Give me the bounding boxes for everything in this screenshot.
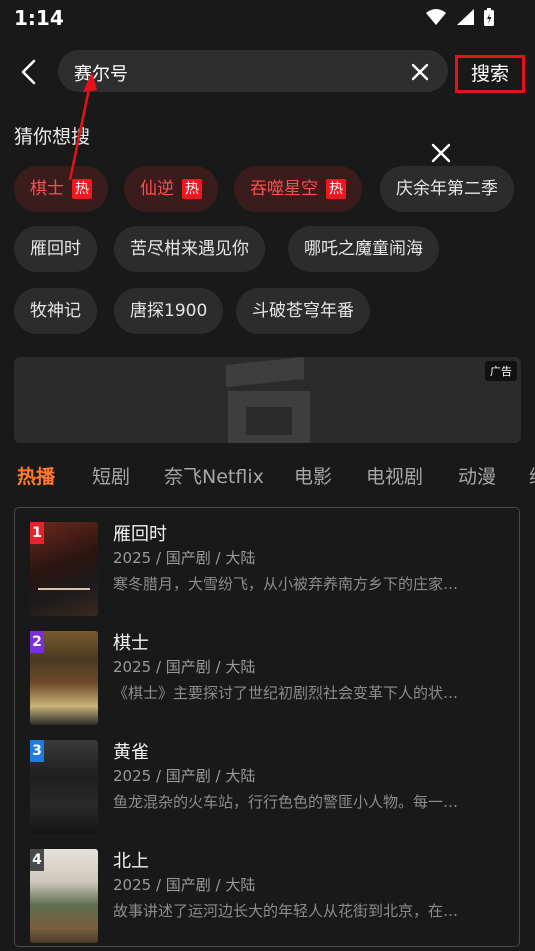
wifi-icon (426, 9, 446, 25)
item-title[interactable]: 黄雀 (113, 738, 149, 764)
list-item[interactable]: 2 (30, 631, 98, 725)
list-item[interactable]: 3 (30, 740, 98, 834)
item-title[interactable]: 北上 (113, 847, 149, 873)
status-icons (425, 7, 495, 27)
suggest-chip-8[interactable]: 唐探1900 (114, 288, 224, 334)
chip-label: 棋士 (30, 179, 64, 199)
rank-badge: 3 (30, 740, 44, 762)
ad-banner[interactable]: 广告 (14, 357, 521, 443)
chip-label: 吞噬星空 (250, 179, 318, 199)
rank-badge: 2 (30, 631, 44, 653)
suggest-title: 猜你想搜 (14, 126, 91, 148)
item-meta: 2025 / 国产剧 / 大陆 (113, 549, 256, 567)
suggest-chip-9[interactable]: 斗破苍穹年番 (236, 288, 370, 334)
chip-label: 斗破苍穹年番 (252, 301, 354, 321)
item-desc: 《棋士》主要探讨了世纪初剧烈社会变革下人的状… (113, 684, 459, 702)
chip-label: 雁回时 (30, 239, 81, 259)
tab-hot[interactable]: 热播 (17, 462, 55, 489)
item-title[interactable]: 雁回时 (113, 520, 167, 546)
item-title[interactable]: 棋士 (113, 629, 149, 655)
chip-label: 仙逆 (140, 179, 174, 199)
suggest-chip-1[interactable]: 仙逆 热 (124, 166, 218, 212)
search-query-text[interactable]: 赛尔号 (74, 60, 128, 86)
close-icon[interactable] (430, 142, 452, 164)
item-desc: 故事讲述了运河边长大的年轻人从花街到北京，在… (113, 902, 459, 920)
chip-label: 庆余年第二季 (396, 179, 498, 199)
suggest-chip-3[interactable]: 庆余年第二季 (380, 166, 514, 212)
suggest-chip-0[interactable]: 棋士 热 (14, 166, 108, 212)
tab-anime[interactable]: 动漫 (458, 462, 496, 489)
item-desc: 鱼龙混杂的火车站，行行色色的警匪小人物。每一… (113, 793, 459, 811)
tab-netflix[interactable]: 奈飞Netflix (164, 462, 264, 489)
item-meta: 2025 / 国产剧 / 大陆 (113, 658, 256, 676)
list-item[interactable]: 1 (30, 522, 98, 616)
list-item[interactable]: 4 (30, 849, 98, 943)
hot-badge: 热 (72, 179, 92, 199)
hot-badge: 热 (326, 179, 346, 199)
suggest-chip-4[interactable]: 雁回时 (14, 226, 97, 272)
chip-label: 苦尽柑来遇见你 (130, 239, 249, 259)
ad-logo-icon (226, 357, 310, 443)
suggest-chip-7[interactable]: 牧神记 (14, 288, 97, 334)
suggest-chip-5[interactable]: 苦尽柑来遇见你 (114, 226, 265, 272)
clear-search-icon[interactable] (408, 60, 432, 84)
search-button[interactable]: 搜索 (455, 55, 525, 93)
chip-label: 哪吒之魔童闹海 (304, 239, 423, 259)
item-meta: 2025 / 国产剧 / 大陆 (113, 876, 256, 894)
item-meta: 2025 / 国产剧 / 大陆 (113, 767, 256, 785)
tab-short-drama[interactable]: 短剧 (92, 462, 130, 489)
item-desc: 寒冬腊月，大雪纷飞，从小被弃养南方乡下的庄家… (113, 575, 459, 593)
back-arrow-icon[interactable] (16, 58, 44, 86)
signal-icon (457, 9, 474, 25)
chip-label: 牧神记 (30, 301, 81, 321)
chip-label: 唐探1900 (130, 301, 208, 321)
rank-badge: 4 (30, 849, 44, 871)
suggest-chip-6[interactable]: 哪吒之魔童闹海 (288, 226, 439, 272)
status-time: 1:14 (14, 6, 64, 30)
tab-movie[interactable]: 电影 (294, 462, 332, 489)
tab-tv[interactable]: 电视剧 (366, 462, 423, 489)
suggest-chip-2[interactable]: 吞噬星空 热 (234, 166, 362, 212)
rank-badge: 1 (30, 522, 44, 544)
hot-badge: 热 (182, 179, 202, 199)
tab-variety[interactable]: 综 (529, 462, 535, 489)
ad-badge: 广告 (485, 361, 517, 381)
battery-icon (484, 8, 494, 26)
